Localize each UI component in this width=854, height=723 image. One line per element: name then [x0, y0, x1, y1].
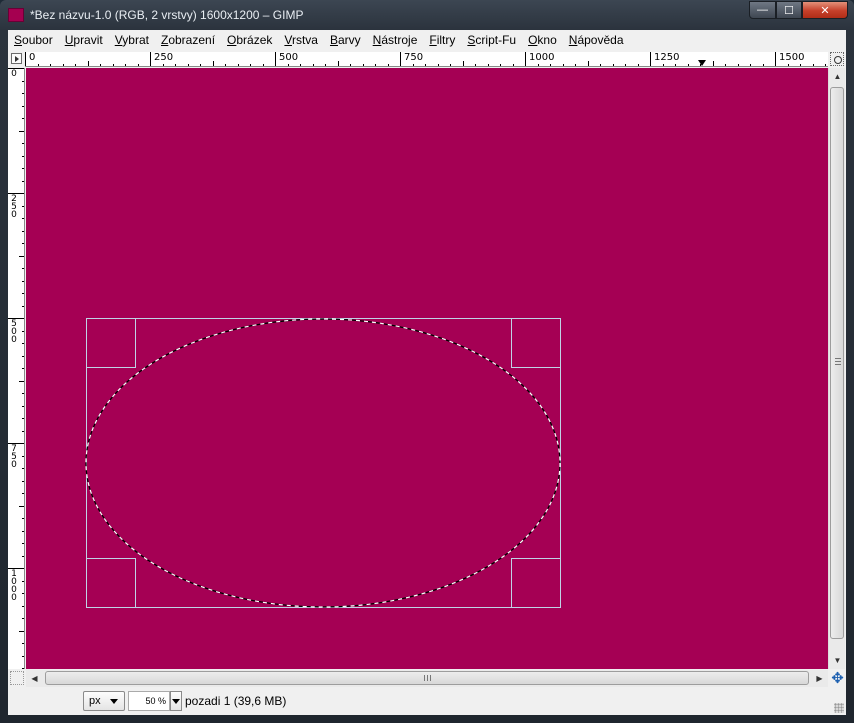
menu-edit[interactable]: Upravit	[59, 30, 109, 51]
menu-help[interactable]: Nápověda	[563, 30, 630, 51]
menu-windows[interactable]: Okno	[522, 30, 563, 51]
status-bar: px 50 % pozadi 1 (39,6 MB)	[8, 689, 846, 715]
resize-handle-top-left[interactable]	[86, 318, 136, 368]
vertical-ruler[interactable]: 0 250 500 750 1000	[8, 68, 25, 669]
vruler-label: 1000	[11, 569, 17, 603]
menu-filters[interactable]: Filtry	[423, 30, 461, 51]
menu-layer[interactable]: Vrstva	[278, 30, 324, 51]
hruler-label: 1000	[529, 52, 555, 63]
resize-handle-bottom-left[interactable]	[86, 558, 136, 608]
hruler-label: 750	[404, 52, 424, 63]
hruler-label: 1500	[779, 52, 805, 63]
menu-view[interactable]: Zobrazení	[155, 30, 221, 51]
vertical-scrollbar[interactable]: ▲ ▼	[828, 68, 845, 669]
menu-select[interactable]: Vybrat	[109, 30, 155, 51]
hruler-label: 500	[279, 52, 299, 63]
hruler-label: 250	[154, 52, 174, 63]
scroll-up-arrow-icon[interactable]: ▲	[829, 68, 846, 85]
horizontal-scroll-thumb[interactable]	[45, 671, 809, 685]
scroll-left-arrow-icon[interactable]: ◀	[26, 670, 43, 687]
vruler-label: 750	[11, 444, 17, 470]
vertical-scroll-thumb[interactable]	[830, 87, 844, 639]
selection-overlay	[85, 318, 561, 608]
hruler-label: 0	[29, 52, 36, 63]
unit-value: px	[89, 695, 101, 707]
gimp-image-icon	[8, 8, 24, 22]
quick-mask-icon[interactable]	[10, 671, 24, 685]
close-icon: ✕	[820, 4, 830, 17]
pointer-position-marker	[698, 60, 706, 66]
layer-info: pozadi 1 (39,6 MB)	[185, 694, 287, 708]
scroll-down-arrow-icon[interactable]: ▼	[829, 652, 846, 669]
vruler-label: 250	[11, 194, 17, 220]
zoom-input[interactable]: 50 %	[128, 691, 170, 711]
minimize-icon: —	[757, 4, 768, 16]
horizontal-ruler[interactable]: 0 250 500 750 1000 1250 1500	[25, 52, 828, 67]
menu-tools[interactable]: Nástroje	[367, 30, 424, 51]
horizontal-ruler-ticks	[25, 52, 826, 66]
window-title: *Bez názvu-1.0 (RGB, 2 vrstvy) 1600x1200…	[30, 8, 304, 22]
maximize-button[interactable]: ☐	[776, 1, 802, 19]
chevron-down-icon	[110, 699, 118, 704]
menu-colors[interactable]: Barvy	[324, 30, 367, 51]
close-button[interactable]: ✕	[802, 1, 848, 19]
gimp-window: *Bez názvu-1.0 (RGB, 2 vrstvy) 1600x1200…	[0, 0, 854, 723]
menu-file[interactable]: Soubor	[8, 30, 59, 51]
resize-handle-top-right[interactable]	[511, 318, 561, 368]
vruler-label: 0	[11, 69, 17, 79]
ellipse-bounding-box[interactable]	[86, 318, 561, 608]
vruler-label: 500	[11, 319, 17, 345]
menu-arrow-icon[interactable]	[11, 53, 22, 64]
zoom-dropdown-button[interactable]	[170, 691, 182, 711]
unit-select[interactable]: px	[83, 691, 125, 711]
menubar: Soubor Upravit Vybrat Zobrazení Obrázek …	[8, 30, 846, 51]
title-bar[interactable]: *Bez názvu-1.0 (RGB, 2 vrstvy) 1600x1200…	[0, 0, 854, 30]
ellipse-marching-ants	[85, 318, 561, 608]
ellipse-selection-outline	[85, 318, 561, 608]
menu-script-fu[interactable]: Script-Fu	[461, 30, 522, 51]
maximize-icon: ☐	[784, 4, 794, 17]
client-area: Soubor Upravit Vybrat Zobrazení Obrázek …	[8, 30, 846, 715]
resize-handle-bottom-right[interactable]	[511, 558, 561, 608]
scroll-right-arrow-icon[interactable]: ▶	[811, 670, 828, 687]
horizontal-scrollbar[interactable]: ◀ ▶	[26, 670, 828, 687]
navigate-icon[interactable]: ✥	[830, 671, 845, 686]
menu-image[interactable]: Obrázek	[221, 30, 278, 51]
image-canvas[interactable]	[26, 68, 828, 669]
hruler-label: 1250	[654, 52, 680, 63]
zoom-fit-icon[interactable]	[830, 52, 844, 66]
resize-grip-icon[interactable]	[834, 703, 844, 713]
minimize-button[interactable]: —	[749, 1, 776, 19]
